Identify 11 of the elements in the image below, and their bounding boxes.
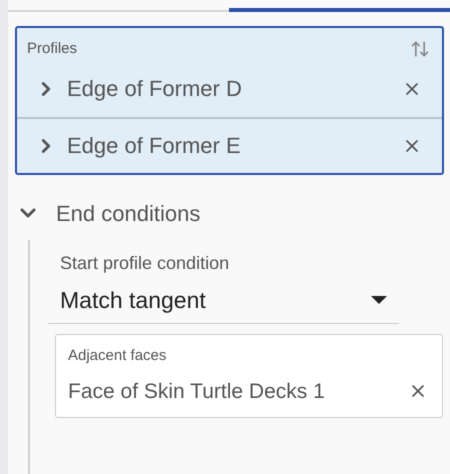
profile-item[interactable]: Edge of Former E <box>67 129 402 162</box>
face-item: Face of Skin Turtle Decks 1 <box>68 378 325 404</box>
section-title[interactable]: End conditions <box>56 196 200 230</box>
field-label: Adjacent faces <box>68 346 168 366</box>
caret-icon <box>371 296 387 304</box>
field-label: Start profile condition <box>60 252 230 275</box>
adjacent-faces-box[interactable]: Adjacent faces Face of Skin Turtle Decks 1 <box>55 334 443 418</box>
sort-icon[interactable] <box>410 39 430 60</box>
profiles-label: Profiles <box>27 39 78 59</box>
condition-dropdown[interactable]: Match tangent <box>48 282 399 324</box>
profile-item[interactable]: Edge of Former D <box>67 72 402 105</box>
